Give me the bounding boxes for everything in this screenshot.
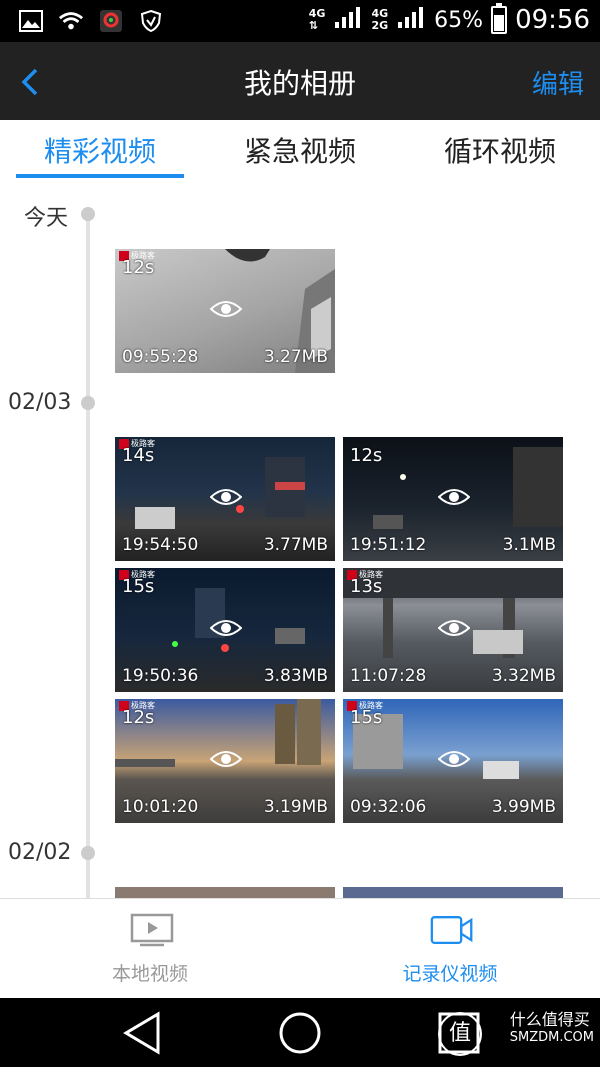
eye-icon xyxy=(210,489,242,505)
video-time: 09:32:06 xyxy=(350,797,427,817)
date-label-0202: 02/02 xyxy=(8,840,72,865)
date-label-today: 今天 xyxy=(24,206,69,231)
video-duration: 15s xyxy=(122,576,155,597)
eye-icon xyxy=(438,751,470,767)
video-size: 3.19MB xyxy=(263,797,328,817)
page-title: 我的相册 xyxy=(243,67,356,100)
video-thumbnail[interactable]: 极路客 14s 19:54:50 3.77MB xyxy=(115,437,335,561)
video-thumbnail[interactable]: 极路客 12s 10:01:20 3.19MB xyxy=(115,699,335,823)
video-thumbnail[interactable]: 极路客 13s 11:07:28 3.32MB xyxy=(343,568,563,692)
video-thumbnail[interactable]: 极路客 15s 09:32:06 3.99MB xyxy=(343,699,563,823)
shield-icon xyxy=(138,8,164,34)
wifi-icon xyxy=(58,8,84,34)
watermark-line1: 什么值得买 xyxy=(509,1010,590,1029)
video-size: 3.27MB xyxy=(263,347,328,367)
signal-icon-2 xyxy=(396,4,426,36)
video-time: 09:55:28 xyxy=(122,347,199,367)
video-camera-icon xyxy=(430,916,473,944)
back-triangle-icon[interactable] xyxy=(120,1010,166,1056)
video-thumbnail[interactable]: 极路客 12s 09:55:28 3.27MB xyxy=(115,249,335,373)
play-screen-icon xyxy=(130,913,174,947)
video-time: 19:51:12 xyxy=(350,535,427,555)
status-bar: 4G ⇅ 4G 2G 65% 09:56 xyxy=(0,0,600,42)
nav-local-videos[interactable]: 本地视频 xyxy=(0,899,300,999)
app-icon xyxy=(98,8,124,34)
system-nav-bar: 值 什么值得买 SMZDM.COM xyxy=(0,998,600,1067)
timeline-line xyxy=(86,210,90,900)
video-duration: 13s xyxy=(350,576,383,597)
video-time: 10:01:20 xyxy=(122,797,199,817)
timeline-dot xyxy=(81,846,95,860)
battery-percent: 65% xyxy=(434,7,484,33)
tab-loop-videos[interactable]: 循环视频 xyxy=(400,120,600,178)
nav-local-videos-label: 本地视频 xyxy=(111,963,188,985)
video-duration: 14s xyxy=(122,445,155,466)
timeline-dot xyxy=(81,396,95,410)
video-duration: 15s xyxy=(350,707,383,728)
network-indicator: 4G ⇅ xyxy=(309,8,326,32)
video-duration: 12s xyxy=(350,445,383,466)
video-duration: 12s xyxy=(122,257,155,278)
net-label-3: 2G xyxy=(371,19,389,32)
eye-icon xyxy=(438,489,470,505)
watermark-logo: 值 xyxy=(438,1012,482,1056)
app-header: 我的相册 编辑 xyxy=(0,42,600,120)
video-tabs: 精彩视频 紧急视频 循环视频 xyxy=(0,120,600,178)
video-size: 3.99MB xyxy=(491,797,556,817)
home-circle-icon[interactable] xyxy=(277,1010,323,1056)
video-thumbnail[interactable]: 极路客 15s 19:50:36 3.83MB xyxy=(115,568,335,692)
watermark-text: 什么值得买 SMZDM.COM xyxy=(510,1006,594,1045)
video-time: 19:54:50 xyxy=(122,535,199,555)
date-label-0203: 02/03 xyxy=(8,390,72,415)
chevron-left-icon xyxy=(21,68,38,96)
video-duration: 12s xyxy=(122,707,155,728)
video-size: 3.83MB xyxy=(263,666,328,686)
eye-icon xyxy=(438,620,470,636)
video-size: 3.77MB xyxy=(263,535,328,555)
image-icon xyxy=(18,8,44,34)
nav-recorder-videos-label: 记录仪视频 xyxy=(402,963,498,985)
network-indicator-2: 4G 2G xyxy=(371,8,388,32)
eye-icon xyxy=(210,620,242,636)
watermark-line2: SMZDM.COM xyxy=(509,1030,594,1045)
video-size: 3.32MB xyxy=(491,666,556,686)
video-size: 3.1MB xyxy=(502,535,556,555)
tab-highlight-videos[interactable]: 精彩视频 xyxy=(0,120,200,178)
signal-icon xyxy=(333,4,363,36)
video-time: 19:50:36 xyxy=(122,666,199,686)
timeline-dot xyxy=(81,207,95,221)
edit-button[interactable]: 编辑 xyxy=(532,64,584,101)
tab-emergency-videos[interactable]: 紧急视频 xyxy=(200,120,400,178)
nav-recorder-videos[interactable]: 记录仪视频 xyxy=(300,899,600,999)
back-button[interactable] xyxy=(10,62,50,102)
video-thumbnail[interactable]: 12s 19:51:12 3.1MB xyxy=(343,437,563,561)
battery-icon xyxy=(491,3,508,34)
video-time: 11:07:28 xyxy=(350,666,427,686)
clock: 09:56 xyxy=(515,5,590,35)
data-arrows-icon: ⇅ xyxy=(308,19,318,32)
eye-icon xyxy=(210,751,242,767)
bottom-navigation: 本地视频 记录仪视频 xyxy=(0,898,600,999)
eye-icon xyxy=(210,301,242,317)
